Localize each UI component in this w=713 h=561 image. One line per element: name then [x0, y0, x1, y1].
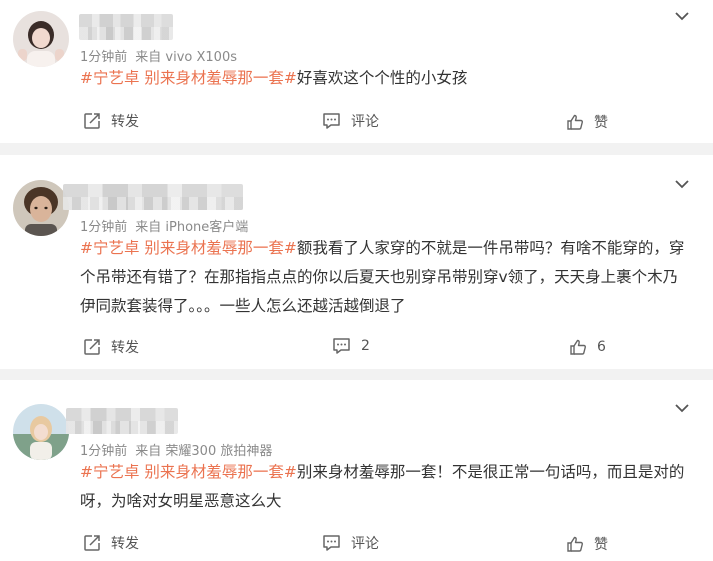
- repost-button[interactable]: 转发: [83, 533, 139, 553]
- comment-count: 2: [361, 338, 370, 354]
- like-label: 赞: [594, 115, 608, 131]
- thumbs-up-icon: [567, 536, 583, 552]
- repost-label: 转发: [111, 536, 139, 552]
- like-button[interactable]: 6: [569, 338, 606, 356]
- chevron-down-icon[interactable]: [673, 7, 691, 25]
- like-count: 6: [597, 339, 606, 355]
- thumbs-up-icon: [567, 114, 583, 130]
- post-time: 1分钟前: [80, 50, 128, 65]
- avatar[interactable]: [13, 11, 69, 67]
- comment-icon: [323, 113, 340, 129]
- post-time: 1分钟前: [80, 444, 128, 459]
- post-time: 1分钟前: [80, 220, 128, 235]
- comment-button[interactable]: 评论: [322, 533, 379, 553]
- repost-label: 转发: [111, 114, 139, 130]
- post-source: 来自 vivo X100s: [135, 50, 237, 65]
- comment-button[interactable]: 评论: [322, 111, 379, 131]
- repost-button[interactable]: 转发: [83, 111, 139, 131]
- repost-icon: [84, 339, 100, 355]
- username-redacted[interactable]: [66, 408, 178, 434]
- repost-label: 转发: [111, 340, 139, 356]
- topic-tag[interactable]: #宁艺卓 别来身材羞辱那一套#: [80, 239, 297, 257]
- post-content: #宁艺卓 别来身材羞辱那一套#别来身材羞辱那一套！不是很正常一句话吗，而且是对的…: [80, 458, 690, 516]
- topic-tag[interactable]: #宁艺卓 别来身材羞辱那一套#: [80, 69, 297, 87]
- comment-label: 评论: [351, 114, 379, 130]
- repost-button[interactable]: 转发: [83, 337, 139, 357]
- post-meta: 1分钟前 来自 vivo X100s: [80, 46, 237, 65]
- post-text: 好喜欢这个个性的小女孩: [296, 69, 468, 87]
- repost-icon: [84, 113, 100, 129]
- like-button[interactable]: 赞: [566, 534, 608, 554]
- comment-button[interactable]: 2: [332, 337, 370, 355]
- post-source: 来自 iPhone客户端: [135, 220, 249, 235]
- comment-label: 评论: [351, 536, 379, 552]
- topic-tag[interactable]: #宁艺卓 别来身材羞辱那一套#: [80, 463, 297, 481]
- post-content: #宁艺卓 别来身材羞辱那一套#额我看了人家穿的不就是一件吊带吗？有啥不能穿的，穿…: [80, 234, 690, 321]
- repost-icon: [84, 535, 100, 551]
- comment-icon: [333, 338, 350, 354]
- post-card: 1分钟前 来自 vivo X100s #宁艺卓 别来身材羞辱那一套#好喜欢这个个性…: [0, 0, 713, 143]
- post-card: 1分钟前 来自 荣耀300 旅拍神器 #宁艺卓 别来身材羞辱那一套#别来身材羞辱那…: [0, 380, 713, 561]
- comment-icon: [323, 535, 340, 551]
- avatar[interactable]: [13, 404, 69, 460]
- avatar[interactable]: [13, 180, 69, 236]
- like-button[interactable]: 赞: [566, 112, 608, 132]
- post-meta: 1分钟前 来自 荣耀300 旅拍神器: [80, 440, 272, 459]
- chevron-down-icon[interactable]: [673, 399, 691, 417]
- thumbs-up-icon: [570, 339, 586, 355]
- username-redacted[interactable]: [79, 14, 173, 40]
- username-redacted[interactable]: [63, 184, 243, 210]
- post-source: 来自 荣耀300 旅拍神器: [135, 444, 273, 459]
- chevron-down-icon[interactable]: [673, 175, 691, 193]
- post-content: #宁艺卓 别来身材羞辱那一套#好喜欢这个个性的小女孩: [80, 64, 690, 93]
- like-label: 赞: [594, 537, 608, 553]
- post-meta: 1分钟前 来自 iPhone客户端: [80, 216, 248, 235]
- post-card: 1分钟前 来自 iPhone客户端 #宁艺卓 别来身材羞辱那一套#额我看了人家穿的…: [0, 155, 713, 369]
